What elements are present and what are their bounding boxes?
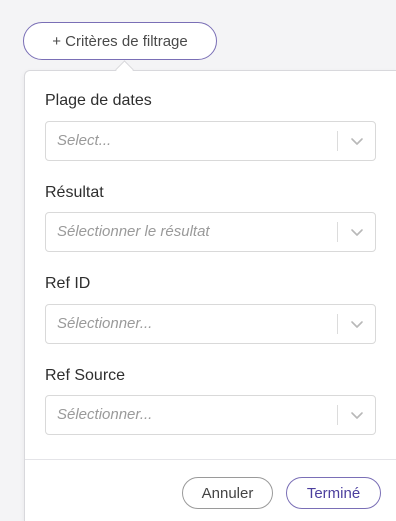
done-button-label: Terminé xyxy=(306,484,361,502)
field-label-result: Résultat xyxy=(45,184,104,201)
chevron-down-icon[interactable] xyxy=(350,135,364,147)
cancel-button-label: Annuler xyxy=(201,484,254,502)
select-separator xyxy=(337,222,338,242)
select-separator xyxy=(337,405,338,425)
field-label-ref-source: Ref Source xyxy=(45,367,126,384)
field-label-date-range: Plage de dates xyxy=(45,92,152,109)
date-range-placeholder: Select... xyxy=(57,132,112,149)
cancel-button[interactable]: Annuler xyxy=(182,477,273,509)
footer-divider xyxy=(25,459,396,460)
select-separator xyxy=(337,314,338,334)
filter-criteria-label: + Critères de filtrage xyxy=(52,32,188,50)
ref-source-placeholder: Sélectionner... xyxy=(57,406,153,423)
date-range-select[interactable]: Select... xyxy=(45,121,376,161)
chevron-down-icon[interactable] xyxy=(350,409,364,421)
filter-popover: Plage de dates Select... Résultat Sélect… xyxy=(24,70,396,521)
done-button[interactable]: Terminé xyxy=(286,477,381,509)
ref-id-select[interactable]: Sélectionner... xyxy=(45,304,376,344)
field-label-ref-id: Ref ID xyxy=(45,275,91,292)
page: + Critères de filtrage Plage de dates Se… xyxy=(0,0,396,521)
filter-criteria-button[interactable]: + Critères de filtrage xyxy=(23,22,217,60)
result-placeholder: Sélectionner le résultat xyxy=(57,223,210,240)
chevron-down-icon[interactable] xyxy=(350,318,364,330)
ref-id-placeholder: Sélectionner... xyxy=(57,315,153,332)
select-separator xyxy=(337,131,338,151)
chevron-down-icon[interactable] xyxy=(350,226,364,238)
ref-source-select[interactable]: Sélectionner... xyxy=(45,395,376,435)
result-select[interactable]: Sélectionner le résultat xyxy=(45,212,376,252)
